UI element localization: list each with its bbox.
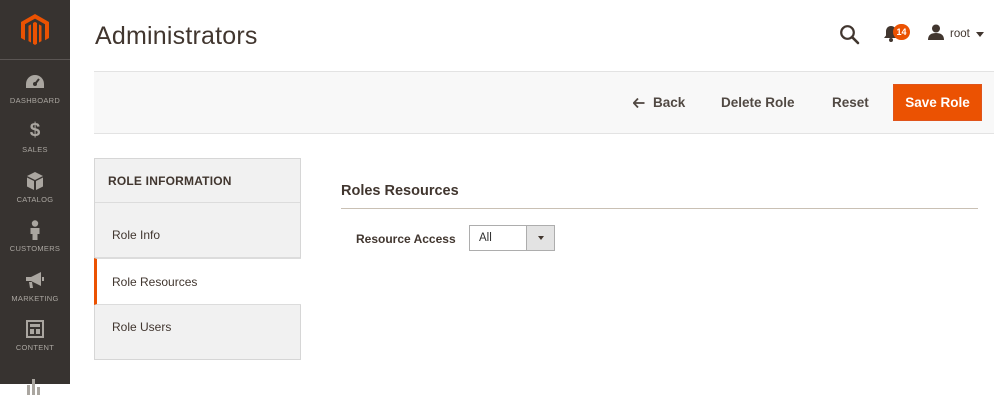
chevron-down-icon (537, 236, 544, 240)
tab-role-resources[interactable]: Role Resources (94, 258, 301, 305)
tab-role-info[interactable]: Role Info (95, 212, 300, 258)
sidebar-item-label: CONTENT (15, 342, 55, 352)
page-actions-bar: Back Delete Role Reset Save Role (94, 71, 994, 134)
notification-count-badge: 14 (893, 24, 910, 40)
layout-icon (24, 319, 46, 339)
megaphone-icon (24, 270, 46, 290)
select-toggle[interactable] (526, 226, 554, 250)
delete-role-button[interactable]: Delete Role (721, 72, 795, 133)
sidebar-item-content[interactable]: CONTENT (0, 310, 70, 360)
sidebar-item-marketing[interactable]: MARKETING (0, 261, 70, 311)
box-icon (24, 171, 46, 191)
sidebar-item-reports[interactable] (0, 360, 70, 410)
page-title: Administrators (95, 22, 258, 50)
sidebar-item-customers[interactable]: CUSTOMERS (0, 211, 70, 261)
user-icon (928, 24, 944, 45)
sidebar-item-label: DASHBOARD (9, 95, 61, 105)
search-icon[interactable] (839, 24, 861, 46)
reset-button[interactable]: Reset (832, 72, 869, 133)
chevron-down-icon (975, 31, 984, 37)
sidebar-item-label: CUSTOMERS (9, 243, 61, 253)
magento-logo[interactable] (0, 0, 70, 60)
sidebar-item-dashboard[interactable]: DASHBOARD (0, 63, 70, 113)
dollar-icon: $ (29, 119, 41, 141)
resource-access-select[interactable]: All (469, 225, 555, 251)
dashboard-icon (24, 72, 46, 92)
back-button-label: Back (653, 95, 686, 110)
sidebar-item-label: MARKETING (11, 293, 59, 303)
user-menu[interactable]: root (928, 24, 984, 44)
section-divider (341, 208, 978, 209)
sidebar-item-catalog[interactable]: CATALOG (0, 162, 70, 212)
tab-role-users[interactable]: Role Users (95, 304, 300, 350)
sidebar-item-label: CATALOG (16, 194, 54, 204)
user-name: root (950, 28, 970, 40)
sidebar-item-sales[interactable]: $ SALES (0, 112, 70, 162)
admin-sidebar: DASHBOARD $ SALES CATALOG CUSTOMERS MARK… (0, 0, 70, 395)
save-role-button[interactable]: Save Role (893, 84, 982, 121)
section-title: Roles Resources (341, 183, 459, 199)
bar-chart-icon (24, 375, 46, 395)
resource-access-value: All (479, 232, 492, 244)
tabs-title: ROLE INFORMATION (95, 159, 300, 203)
person-icon (24, 219, 46, 240)
back-button[interactable]: Back (633, 72, 685, 133)
sidebar-item-label: SALES (22, 144, 48, 154)
resource-access-label: Resource Access (356, 232, 456, 246)
arrow-left-icon (633, 97, 645, 108)
role-information-tabs: ROLE INFORMATION Role Info Role Resource… (94, 158, 301, 360)
